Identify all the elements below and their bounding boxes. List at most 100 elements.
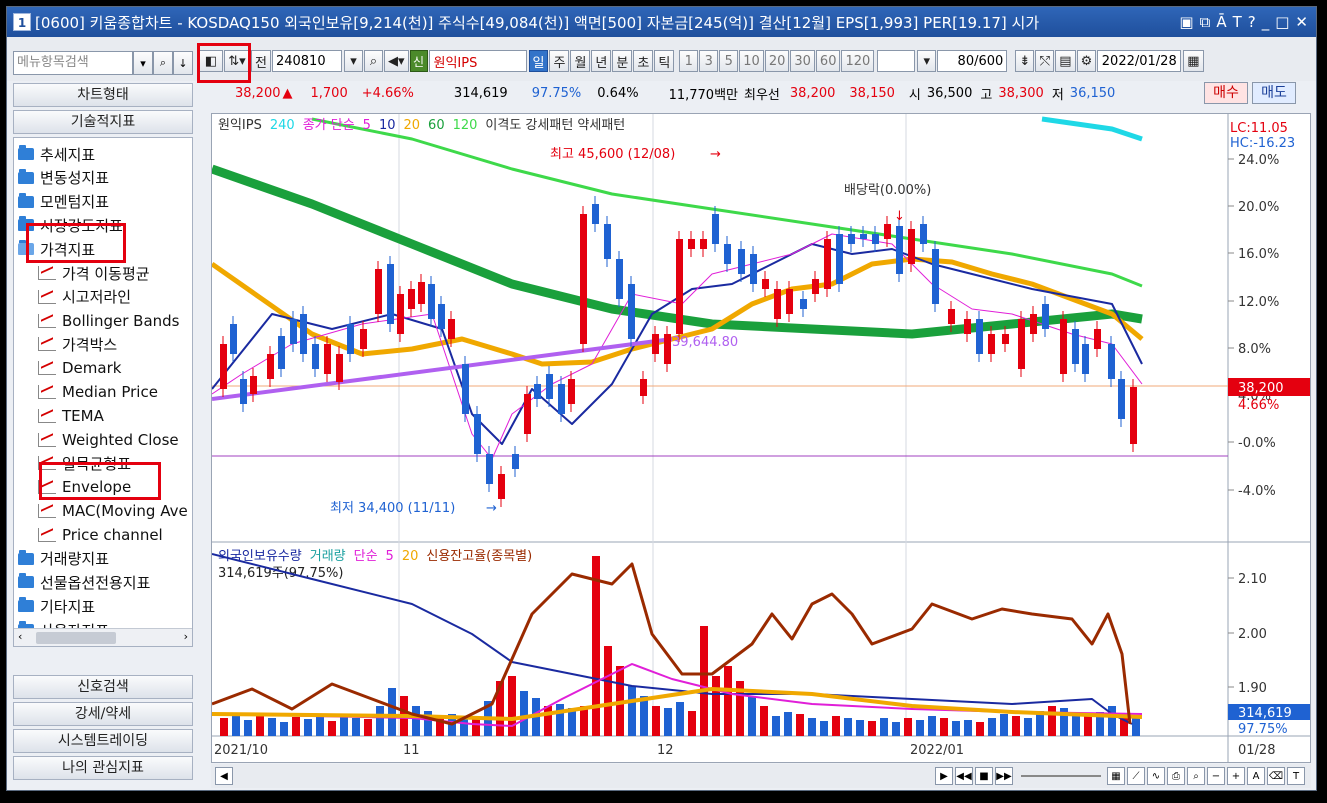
tree-item-1[interactable]: 변동성지표 bbox=[18, 166, 109, 190]
title-button-7[interactable]: ✕ bbox=[1295, 13, 1308, 31]
speaker-icon[interactable]: ◀▾ bbox=[383, 50, 409, 72]
calendar-icon[interactable]: ▦ bbox=[1183, 50, 1204, 72]
interval-dropdown-icon[interactable]: ▾ bbox=[917, 50, 937, 72]
tree-item-16[interactable]: Price channel bbox=[38, 523, 163, 547]
tool-font-icon[interactable]: T bbox=[1287, 767, 1305, 785]
tree-item-6[interactable]: 시고저라인 bbox=[38, 285, 131, 309]
title-button-5[interactable]: _ bbox=[1262, 13, 1270, 31]
legend-bottom-item: 신용잔고율(종목별) bbox=[426, 549, 532, 564]
tree-item-11[interactable]: TEMA bbox=[38, 404, 104, 428]
tool-print-icon[interactable]: ⎙ bbox=[1167, 767, 1185, 785]
save-icon[interactable]: ▤ bbox=[1055, 50, 1076, 72]
period-tab-1[interactable]: 주 bbox=[549, 50, 570, 72]
menu-search: 메뉴항목검색 ▾ ⌕ ↓ bbox=[13, 51, 193, 75]
low-price: 36,150 bbox=[1069, 85, 1116, 101]
rewind-icon[interactable]: ◀◀ bbox=[955, 767, 973, 785]
tool-minus-icon[interactable]: − bbox=[1207, 767, 1225, 785]
title-button-0[interactable]: ▣ bbox=[1179, 13, 1193, 31]
tree-item-9[interactable]: Demark bbox=[38, 356, 121, 380]
scroll-left-button[interactable]: ◀ bbox=[215, 767, 233, 785]
line-tool-icon[interactable]: ⤲ bbox=[1035, 50, 1055, 72]
tree-item-0[interactable]: 추세지표 bbox=[18, 142, 95, 166]
date-input[interactable]: 2022/01/28 bbox=[1097, 50, 1182, 72]
interval-button-0[interactable]: 1 bbox=[679, 50, 699, 72]
tech-indicator-button[interactable]: 기술적지표 bbox=[13, 110, 193, 134]
scroll-left-icon[interactable]: ‹ bbox=[18, 630, 22, 643]
menu-search-dropdown-icon[interactable]: ▾ bbox=[133, 51, 153, 75]
period-tab-6[interactable]: 틱 bbox=[654, 50, 675, 72]
volume-bar-32 bbox=[604, 646, 612, 736]
interval-button-1[interactable]: 3 bbox=[699, 50, 719, 72]
tool-plus-icon[interactable]: + bbox=[1227, 767, 1245, 785]
search-icon[interactable]: ⌕ bbox=[363, 50, 383, 72]
title-bar[interactable]: 1 [0600] 키움종합차트 - KOSDAQ150 외국인보유[9,214(… bbox=[7, 7, 1316, 37]
title-button-4[interactable]: ? bbox=[1248, 13, 1256, 31]
tree-item-19[interactable]: 기타지표 bbox=[18, 594, 95, 618]
tree-horizontal-scrollbar[interactable]: ‹ › bbox=[14, 628, 192, 646]
left-bottom-button-1[interactable]: 강세/약세 bbox=[13, 702, 193, 726]
period-tab-2[interactable]: 월 bbox=[570, 50, 591, 72]
tool-line-icon[interactable]: ⟋ bbox=[1127, 767, 1145, 785]
left-bottom-button-3[interactable]: 나의 관심지표 bbox=[13, 756, 193, 780]
candle-44 bbox=[738, 249, 745, 274]
tree-item-5[interactable]: 가격 이동평균 bbox=[38, 261, 150, 285]
tree-item-8[interactable]: 가격박스 bbox=[38, 332, 117, 356]
menu-search-input[interactable]: 메뉴항목검색 bbox=[13, 51, 133, 75]
title-button-1[interactable]: ⧉ bbox=[1200, 13, 1211, 31]
scroll-right-icon[interactable]: › bbox=[184, 630, 188, 643]
interval-input[interactable] bbox=[877, 50, 916, 72]
stock-code-input[interactable]: 240810 bbox=[271, 50, 342, 72]
interval-button-7[interactable]: 120 bbox=[841, 50, 875, 72]
title-button-2[interactable]: Ā bbox=[1216, 13, 1226, 31]
title-button-3[interactable]: T bbox=[1233, 13, 1242, 31]
period-tab-4[interactable]: 분 bbox=[612, 50, 633, 72]
menu-down-icon[interactable]: ↓ bbox=[173, 51, 193, 75]
left-bottom-button-2[interactable]: 시스템트레이딩 bbox=[13, 729, 193, 753]
fast-forward-icon[interactable]: ▶▶ bbox=[995, 767, 1013, 785]
tool-grid-icon[interactable]: ▦ bbox=[1107, 767, 1125, 785]
stock-name-field[interactable]: 원익IPS bbox=[428, 50, 527, 72]
sell-button[interactable]: 매도 bbox=[1252, 82, 1296, 104]
tool-erase-icon[interactable]: ⌫ bbox=[1267, 767, 1285, 785]
vol-axis-label: 2.10 bbox=[1238, 572, 1267, 587]
tool-wave-icon[interactable]: ∿ bbox=[1147, 767, 1165, 785]
title-button-6[interactable]: □ bbox=[1275, 13, 1289, 31]
volume-bar-63 bbox=[976, 722, 984, 736]
chart-area[interactable]: 24.0% 20.0% 16.0% 12.0% 8.0% 4.0% -0.0% -4.0% 원익… bbox=[211, 113, 1311, 763]
count-input[interactable]: 80/600 bbox=[937, 50, 1008, 72]
code-dropdown-icon[interactable]: ▾ bbox=[343, 50, 363, 72]
chart-svg[interactable]: 24.0%20.0%16.0%12.0%8.0%4.0%-0.0%-4.0%원익… bbox=[212, 114, 1311, 763]
prefix-button[interactable]: 전 bbox=[251, 50, 271, 72]
left-bottom-button-0[interactable]: 신호검색 bbox=[13, 675, 193, 699]
tool-zoom-icon[interactable]: ⌕ bbox=[1187, 767, 1205, 785]
candle-21 bbox=[462, 364, 469, 414]
chart-type-button[interactable]: 차트형태 bbox=[13, 83, 193, 107]
gear-icon[interactable]: ⚙ bbox=[1076, 50, 1097, 72]
play-icon[interactable]: ▶ bbox=[935, 767, 953, 785]
tree-item-2[interactable]: 모멘텀지표 bbox=[18, 190, 109, 214]
tree-item-17[interactable]: 거래량지표 bbox=[18, 547, 109, 571]
candle-36 bbox=[640, 379, 647, 396]
tree-item-10[interactable]: Median Price bbox=[38, 380, 158, 404]
interval-button-6[interactable]: 60 bbox=[815, 50, 841, 72]
interval-button-2[interactable]: 5 bbox=[719, 50, 739, 72]
interval-button-4[interactable]: 20 bbox=[764, 50, 790, 72]
tree-item-12[interactable]: Weighted Close bbox=[38, 428, 179, 452]
menu-search-icon[interactable]: ⌕ bbox=[153, 51, 173, 75]
stop-icon[interactable]: ■ bbox=[975, 767, 993, 785]
interval-button-3[interactable]: 10 bbox=[739, 50, 764, 72]
trendline-label: 39,644.80 bbox=[672, 335, 738, 350]
tree-item-7[interactable]: Bollinger Bands bbox=[38, 309, 180, 333]
buy-button[interactable]: 매수 bbox=[1204, 82, 1248, 104]
speed-slider[interactable] bbox=[1021, 775, 1101, 777]
tree-item-15[interactable]: MAC(Moving Ave bbox=[38, 499, 188, 523]
highlight-panel-toggle bbox=[197, 43, 251, 83]
volume-bar-62 bbox=[964, 720, 972, 736]
tree-item-18[interactable]: 선물옵션전용지표 bbox=[18, 570, 150, 594]
period-tab-0[interactable]: 일 bbox=[528, 50, 549, 72]
period-tab-5[interactable]: 초 bbox=[633, 50, 654, 72]
tool-text-icon[interactable]: A bbox=[1247, 767, 1265, 785]
zoom-tool-icon[interactable]: ⇟ bbox=[1015, 50, 1035, 72]
interval-button-5[interactable]: 30 bbox=[790, 50, 815, 72]
period-tab-3[interactable]: 년 bbox=[591, 50, 612, 72]
